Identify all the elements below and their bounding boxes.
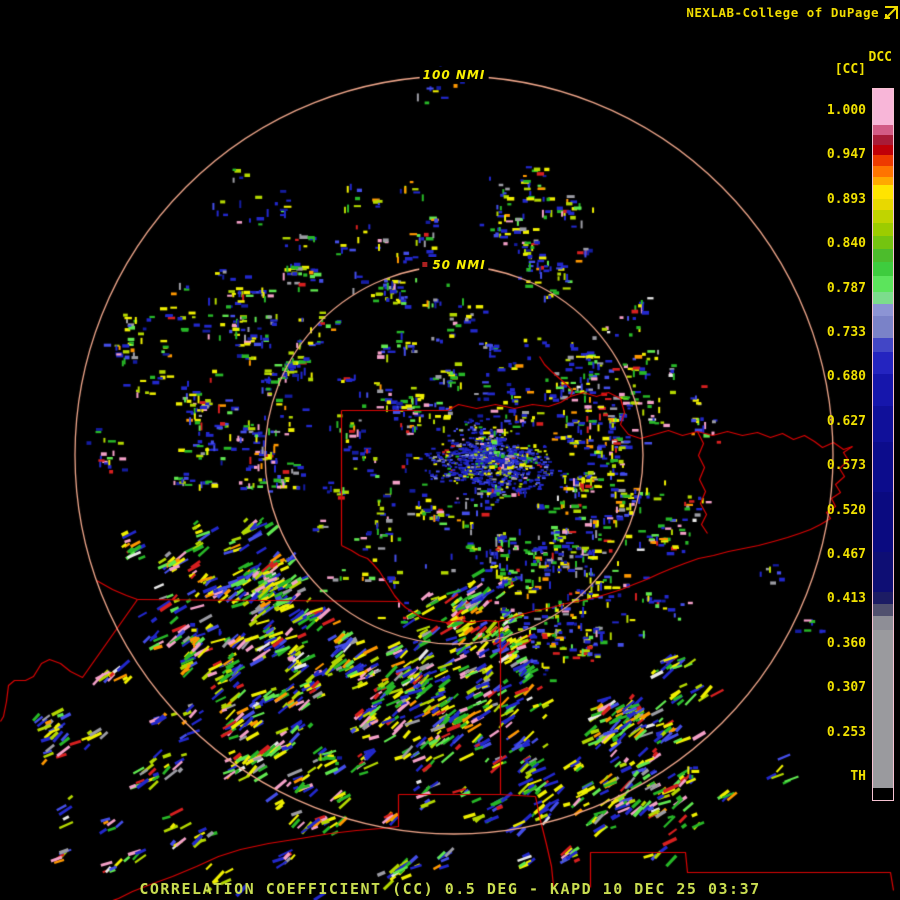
colorbar-segment	[873, 177, 893, 185]
colorbar-segment	[873, 492, 893, 552]
colorbar-gradient	[872, 88, 894, 801]
colorbar-segment	[873, 788, 893, 800]
colorbar-segment	[873, 552, 893, 592]
range-ring-label-text: 50 NMI	[432, 258, 485, 272]
colorbar-segment	[873, 292, 893, 304]
colorbar-title: DCC	[869, 50, 892, 65]
colorbar-tick-label: 0.307	[827, 680, 866, 696]
colorbar-tick-label: 0.253	[827, 725, 866, 741]
colorbar-segment	[873, 145, 893, 155]
colorbar-tick-label: 0.947	[827, 147, 866, 163]
colorbar-tick-label: 0.467	[827, 547, 866, 563]
colorbar-segment	[873, 604, 893, 616]
colorbar-tick-label: 0.520	[827, 503, 866, 519]
colorbar-tick-label: 0.787	[827, 281, 866, 297]
colorbar-segment	[873, 262, 893, 276]
colorbar-segment	[873, 223, 893, 236]
colorbar-tick-label: 0.680	[827, 369, 866, 385]
colorbar-tick-label: 1.000	[827, 103, 866, 119]
range-ring-label-text: 100 NMI	[423, 68, 486, 82]
colorbar-segment	[873, 592, 893, 604]
colorbar-segment	[873, 276, 893, 292]
colorbar-tick-label: 0.840	[827, 236, 866, 252]
colorbar-units-label: [CC]	[835, 62, 866, 77]
radar-screen: NEXLAB-College of DuPage DCC [CC] 1.000 0…	[0, 0, 900, 900]
radar-display-canvas	[0, 0, 900, 900]
range-marker-square	[422, 262, 427, 267]
colorbar-segment	[873, 374, 893, 406]
colorbar-tick-label: 0.893	[827, 192, 866, 208]
colorbar-segment	[873, 210, 893, 223]
colorbar-segment	[873, 236, 893, 249]
colorbar-segment	[873, 406, 893, 442]
colorbar-segment	[873, 166, 893, 177]
colorbar-segment	[873, 442, 893, 492]
colorbar-segment	[873, 352, 893, 374]
colorbar-segment	[873, 338, 893, 352]
product-caption: CORRELATION COEFFICIENT (CC) 0.5 DEG - K…	[0, 880, 900, 898]
colorbar-tick-label: 0.413	[827, 591, 866, 607]
colorbar-tick-label: 0.627	[827, 414, 866, 430]
colorbar-segment	[873, 155, 893, 166]
site-header: NEXLAB-College of DuPage	[686, 5, 898, 20]
range-ring-label: 50 NMI	[419, 257, 488, 272]
colorbar-segment	[873, 135, 893, 145]
colorbar-segment	[873, 616, 893, 630]
colorbar-tick-label: 0.733	[827, 325, 866, 341]
colorbar-segment	[873, 304, 893, 316]
colorbar-tick-label: 0.573	[827, 458, 866, 474]
colorbar-tick-label: 0.360	[827, 636, 866, 652]
colorbar-segment	[873, 89, 893, 125]
colorbar-segment	[873, 316, 893, 338]
colorbar-segment	[873, 249, 893, 262]
site-title: NEXLAB-College of DuPage	[686, 5, 879, 20]
colorbar-segment	[873, 199, 893, 210]
colorbar-threshold-label: TH	[850, 769, 866, 785]
colorbar-segment	[873, 125, 893, 135]
colorbar-segment	[873, 630, 893, 788]
colorbar-segment	[873, 185, 893, 199]
pointer-box-icon	[884, 6, 898, 20]
range-ring-label: 100 NMI	[420, 67, 489, 82]
